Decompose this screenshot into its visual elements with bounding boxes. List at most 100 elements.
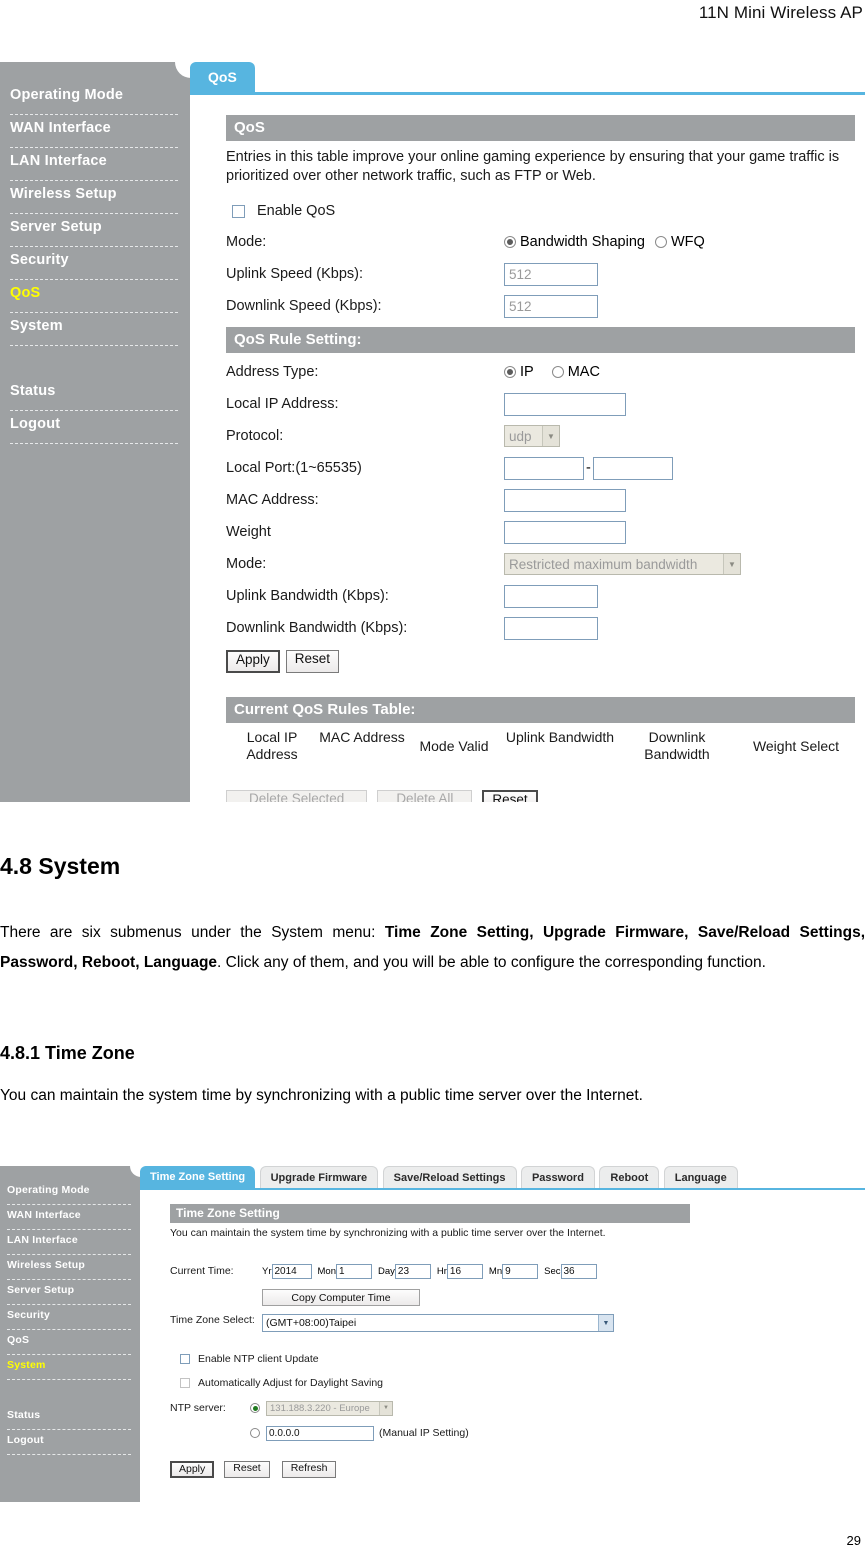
rule-mode-row: Mode: Restricted maximum bandwidth ▼ [226,548,865,580]
address-type-row: Address Type: IP MAC [226,356,865,388]
timezone-screenshot: Operating Mode WAN Interface LAN Interfa… [0,1166,865,1502]
protocol-label: Protocol: [226,428,284,444]
ntp-server-preset-select[interactable]: 131.188.3.220 - Europe ▼ [266,1400,393,1416]
downlink-bandwidth-input[interactable] [504,616,598,640]
sidebar-item-wan-interface[interactable]: WAN Interface [7,1205,131,1230]
mac-address-input[interactable] [504,488,626,512]
mode-radio-wfq[interactable] [654,236,667,248]
sidebar-item-status[interactable]: Status [7,1405,131,1430]
local-port-to-input[interactable] [592,456,673,480]
address-type-option-mac-label: MAC [567,364,600,380]
ntp-server-manual-row: 0.0.0.0 (Manual IP Setting) [170,1422,865,1444]
sidebar-item-logout[interactable]: Logout [7,1430,131,1455]
sidebar-item-security[interactable]: Security [7,1305,131,1330]
apply-button[interactable]: Apply [226,649,280,673]
uplink-speed-label: Uplink Speed (Kbps): [226,266,364,282]
address-type-radio-mac[interactable] [551,366,564,378]
copy-computer-time-button[interactable]: Copy Computer Time [262,1288,420,1306]
tab-qos[interactable]: QoS [190,62,255,92]
year-input[interactable]: 2014 [271,1263,312,1279]
sidebar-item-wan-interface[interactable]: WAN Interface [10,115,178,148]
delete-selected-button[interactable]: Delete Selected [226,790,368,802]
sidebar-item-status[interactable]: Status [10,378,178,411]
timezone-buttons-row: Apply Reset Refresh [170,1458,865,1480]
timezone-select-row: Time Zone Select: (GMT+08:00)Taipei ▼ [170,1314,865,1336]
protocol-select[interactable]: udp ▼ [504,425,560,447]
tab-save-reload-settings[interactable]: Save/Reload Settings [382,1166,517,1188]
column-header-mode-valid: Mode Valid [419,738,489,754]
timezone-content-pane: Time Zone Setting You can maintain the s… [140,1190,865,1502]
downlink-speed-label: Downlink Speed (Kbps): [226,298,382,314]
month-input[interactable]: 1 [335,1263,372,1279]
sidebar-item-operating-mode[interactable]: Operating Mode [10,82,178,115]
sidebar-item-server-setup[interactable]: Server Setup [7,1280,131,1305]
uplink-bandwidth-input[interactable] [504,584,598,608]
sidebar-item-qos[interactable]: QoS [10,280,178,313]
uplink-speed-row: Uplink Speed (Kbps): 512 [226,258,865,290]
address-type-radio-ip[interactable] [504,366,516,378]
ntp-server-manual-input[interactable]: 0.0.0.0 [266,1425,374,1441]
running-header-title: 11N Mini Wireless AP [698,3,863,22]
hour-input[interactable]: 16 [446,1263,483,1279]
sidebar-item-server-setup[interactable]: Server Setup [10,214,178,247]
sidebar-item-system[interactable]: System [10,313,178,346]
daylight-saving-label: Automatically Adjust for Daylight Saving [198,1377,384,1389]
tab-time-zone-setting[interactable]: Time Zone Setting [140,1166,256,1188]
hour-field-prefix: Hr [436,1265,447,1277]
refresh-button[interactable]: Refresh [281,1460,337,1478]
enable-ntp-checkbox[interactable] [180,1354,190,1364]
tab-reboot[interactable]: Reboot [599,1166,660,1188]
column-header-mac-address: MAC Address [319,729,405,745]
mode-row: Mode: Bandwidth Shaping WFQ [226,226,865,258]
year-field-prefix: Yr [262,1265,272,1277]
day-input[interactable]: 23 [394,1263,431,1279]
qos-rule-buttons-row: Apply Reset [226,644,865,678]
chevron-down-icon: ▼ [723,554,740,574]
local-port-row: Local Port:(1~65535) - [226,452,865,484]
qos-rule-section-title: QoS Rule Setting: [226,327,855,353]
mode-option-bandwidth-shaping-label: Bandwidth Shaping [520,234,645,250]
uplink-speed-input[interactable]: 512 [504,262,598,286]
ntp-server-manual-radio[interactable] [250,1428,260,1438]
second-input[interactable]: 36 [560,1263,597,1279]
delete-all-button[interactable]: Delete All [377,790,473,802]
sidebar-item-logout[interactable]: Logout [10,411,178,444]
current-time-row: Current Time: Yr 2014 Mon 1 Day 23 Hr 16… [170,1260,865,1282]
sidebar-item-wireless-setup[interactable]: Wireless Setup [10,181,178,214]
weight-input[interactable] [504,520,626,544]
sidebar-item-lan-interface[interactable]: LAN Interface [10,148,178,181]
sidebar-item-lan-interface[interactable]: LAN Interface [7,1230,131,1255]
minute-input[interactable]: 9 [502,1263,539,1279]
subsection-heading: 4.8.1 Time Zone [0,1043,135,1063]
local-ip-input[interactable] [504,392,626,416]
reset-button[interactable]: Reset [224,1460,270,1478]
apply-button[interactable]: Apply [170,1460,215,1478]
tab-password[interactable]: Password [520,1166,595,1188]
timezone-select[interactable]: (GMT+08:00)Taipei ▼ [262,1314,614,1332]
sidebar-item-qos[interactable]: QoS [7,1330,131,1355]
rule-mode-select[interactable]: Restricted maximum bandwidth ▼ [504,553,741,575]
ntp-server-preset-row: NTP server: 131.188.3.220 - Europe ▼ [170,1397,865,1419]
local-port-from-input[interactable] [504,456,584,480]
ntp-server-preset-value: 131.188.3.220 - Europe [270,1402,370,1414]
sidebar-item-security[interactable]: Security [10,247,178,280]
tab-language[interactable]: Language [663,1166,738,1188]
subsection-paragraph: You can maintain the system time by sync… [0,1087,643,1104]
column-header-weight-select: Weight Select [752,738,840,754]
qos-screenshot: Operating Mode WAN Interface LAN Interfa… [0,62,865,802]
enable-qos-checkbox[interactable] [232,204,245,218]
reset-button[interactable]: Reset [285,649,340,673]
tab-upgrade-firmware[interactable]: Upgrade Firmware [259,1166,379,1188]
daylight-saving-checkbox[interactable] [180,1378,190,1388]
ntp-server-preset-radio[interactable] [250,1403,260,1413]
downlink-speed-input[interactable]: 512 [504,294,598,318]
mode-radio-bandwidth-shaping[interactable] [504,236,516,248]
sidebar-item-system[interactable]: System [7,1355,131,1380]
sidebar-item-wireless-setup[interactable]: Wireless Setup [7,1255,131,1280]
chevron-down-icon: ▼ [379,1401,392,1415]
mac-address-row: MAC Address: [226,484,865,516]
table-reset-button[interactable]: Reset [482,790,538,802]
sidebar-item-operating-mode[interactable]: Operating Mode [7,1180,131,1205]
chevron-down-icon: ▼ [598,1315,613,1331]
qos-description: Entries in this table improve your onlin… [226,149,840,184]
